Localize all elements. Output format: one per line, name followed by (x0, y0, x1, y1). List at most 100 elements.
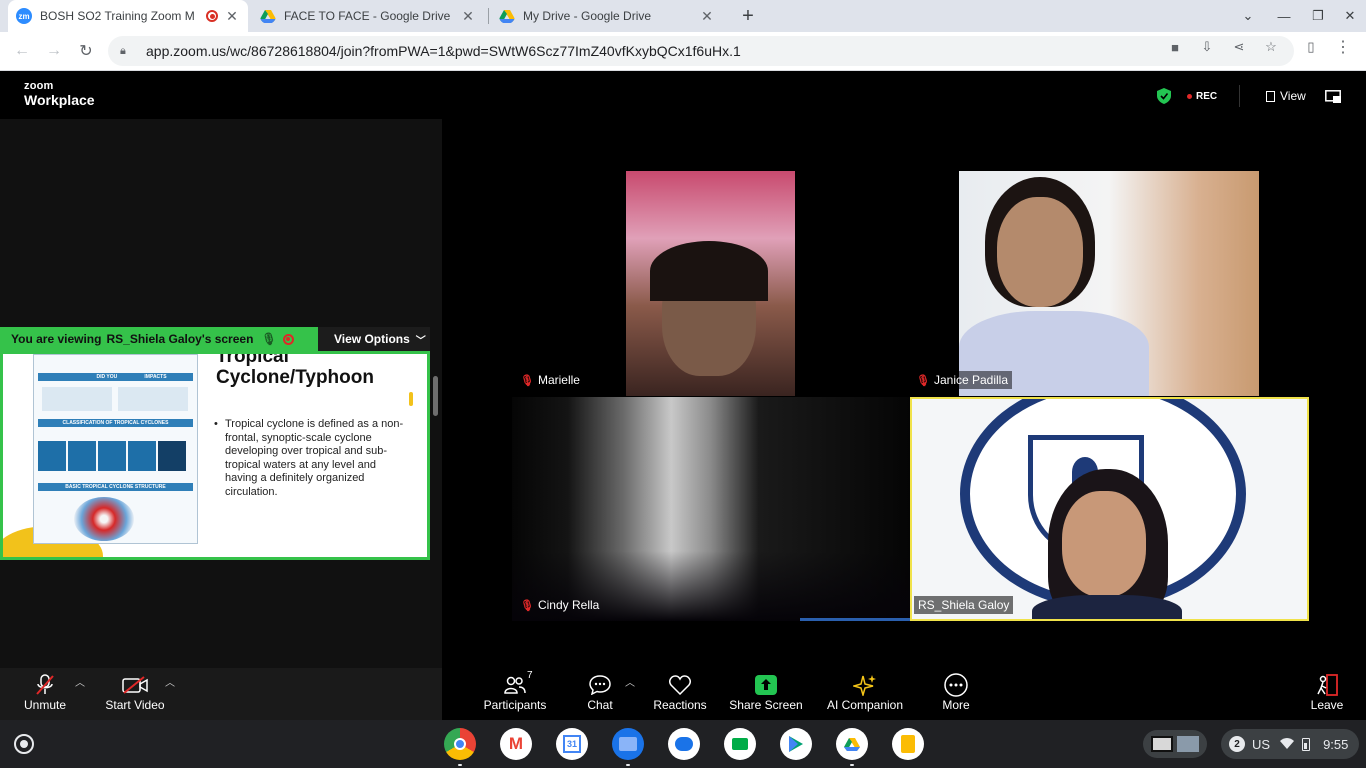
tab-my-drive[interactable]: My Drive - Google Drive ✕ (491, 0, 723, 32)
address-bar[interactable]: 🔒︎ app.zoom.us/wc/86728618804/join?fromP… (108, 36, 1294, 66)
side-panel-icon[interactable]: ▯ (1302, 38, 1320, 56)
battery-icon (1302, 737, 1311, 751)
view-label: View (1280, 89, 1306, 103)
minimize-icon[interactable]: — (1268, 0, 1300, 32)
restore-icon[interactable]: ❐ (1302, 0, 1334, 32)
view-options-button[interactable]: View Options ﹀ (318, 327, 430, 351)
infographic-poster: DID YOU KNOW IMPACTS CLASSIFICATION OF T… (33, 354, 198, 544)
unmute-label: Unmute (23, 698, 67, 712)
recording-icon (206, 10, 218, 22)
os-shelf: M 31 2 US 9:55 (0, 720, 1366, 768)
close-window-icon[interactable]: ✕ (1334, 0, 1366, 32)
keep-icon[interactable] (892, 728, 924, 760)
zoom-icon: zm (16, 8, 32, 24)
browser-toolbar: ← → ↻ 🔒︎ app.zoom.us/wc/86728618804/join… (0, 32, 1366, 71)
bullet-icon: • (214, 418, 218, 430)
close-tab-icon[interactable]: ✕ (460, 8, 476, 25)
calendar-icon[interactable]: 31 (556, 728, 588, 760)
tab-face-to-face[interactable]: FACE TO FACE - Google Drive ✕ (252, 0, 484, 32)
chat-icon[interactable] (668, 728, 700, 760)
close-tab-icon[interactable]: ✕ (699, 8, 715, 25)
more-button[interactable]: More (911, 672, 1001, 716)
bookmark-star-icon[interactable]: ☆ (1262, 38, 1280, 56)
shared-slide: DID YOU KNOW IMPACTS CLASSIFICATION OF T… (0, 351, 430, 560)
chat-label: Chat (587, 698, 613, 712)
url-text: app.zoom.us/wc/86728618804/join?fromPWA=… (146, 43, 741, 59)
reload-icon[interactable]: ↻ (74, 39, 98, 63)
tab-title: FACE TO FACE - Google Drive (284, 9, 451, 23)
share-icon[interactable]: ⋖ (1230, 38, 1248, 56)
more-label: More (942, 698, 970, 712)
launcher-icon[interactable] (14, 734, 34, 754)
tab-zoom[interactable]: zm BOSH SO2 Training Zoom M ✕ (8, 0, 248, 32)
slide-decoration (409, 392, 413, 406)
participant-video (1062, 491, 1146, 597)
chat-options-caret-icon[interactable]: ︿ (625, 674, 635, 689)
slide-bullet: • Tropical cyclone is defined as a non-f… (214, 418, 404, 499)
camera-icon[interactable]: ■ (1166, 38, 1184, 56)
reactions-label: Reactions (653, 698, 707, 712)
meeting-controls: Unmute ︿ Start Video ︿ Participants 7 Ch… (0, 668, 1366, 720)
video-tile-rs-shiela-galoy[interactable] (910, 397, 1309, 621)
audio-options-caret-icon[interactable]: ︿ (75, 674, 85, 689)
participant-name: Cindy Rella (537, 598, 600, 612)
status-tray[interactable]: 2 US 9:55 (1221, 729, 1359, 759)
leave-icon (1296, 672, 1358, 698)
slide-heading-line1: Tropical (216, 351, 289, 367)
brand-line2: Workplace (24, 92, 95, 108)
start-video-label: Start Video (105, 698, 165, 712)
leave-label: Leave (1310, 698, 1344, 712)
holding-space[interactable] (1143, 730, 1207, 758)
zoom-logo: zoom Workplace (24, 81, 95, 108)
drive-icon[interactable] (836, 728, 868, 760)
shared-screen-panel: You are viewing RS_Shiela Galoy's screen… (0, 119, 442, 668)
panel-resize-handle[interactable] (433, 376, 438, 416)
rec-dot-icon (1187, 93, 1192, 99)
reactions-button[interactable]: Reactions (635, 672, 725, 716)
files-icon[interactable] (612, 728, 644, 760)
tab-title: My Drive - Google Drive (523, 9, 652, 23)
install-app-icon[interactable]: ⇩ (1198, 38, 1216, 56)
screenshot-thumbnail (1151, 736, 1173, 752)
play-store-icon[interactable] (780, 728, 812, 760)
participants-label: Participants (483, 698, 547, 712)
video-tile-cindy-rella[interactable] (512, 397, 910, 621)
muted-mic-icon: 🎙︎ (520, 599, 534, 612)
leave-button[interactable]: Leave (1296, 672, 1358, 716)
wifi-icon (1280, 737, 1295, 752)
share-screen-label: Share Screen (729, 698, 803, 712)
forward-icon[interactable]: → (42, 39, 66, 63)
back-icon[interactable]: ← (10, 39, 34, 63)
chrome-icon[interactable] (444, 728, 476, 760)
muted-mic-icon: 🎙︎ (916, 374, 930, 387)
name-label-janice-padilla: 🎙︎ Janice Padilla (912, 371, 1013, 389)
tab-search-icon[interactable]: ⌄ (1232, 0, 1264, 32)
encryption-shield-icon[interactable] (1157, 87, 1171, 105)
ai-companion-button[interactable]: AI Companion (818, 672, 912, 716)
slide-heading-line2: Cyclone/Typhoon (216, 367, 374, 388)
grid-icon (1266, 90, 1275, 102)
name-label-marielle: 🎙︎ Marielle (516, 371, 584, 389)
notification-badge: 2 (1229, 736, 1245, 752)
close-tab-icon[interactable]: ✕ (224, 8, 240, 25)
poster-label: BASIC TROPICAL CYCLONE STRUCTURE (38, 483, 193, 491)
recording-indicator[interactable]: REC (1187, 87, 1217, 105)
participants-button[interactable]: Participants (470, 672, 560, 716)
view-button[interactable]: View (1266, 87, 1306, 105)
screenshot-thumbnail (1177, 736, 1199, 752)
fullscreen-icon[interactable] (1325, 87, 1341, 105)
name-label-cindy-rella: 🎙︎ Cindy Rella (516, 596, 603, 614)
video-tile-janice-padilla[interactable] (959, 171, 1259, 396)
meet-icon[interactable] (724, 728, 756, 760)
muted-mic-icon: 🎙︎ (261, 332, 277, 346)
share-screen-button[interactable]: Share Screen (721, 672, 811, 716)
gmail-icon[interactable]: M (500, 728, 532, 760)
sparkle-icon (818, 672, 912, 698)
video-options-caret-icon[interactable]: ︿ (165, 674, 175, 689)
menu-icon[interactable]: ⋮ (1334, 38, 1352, 56)
ai-companion-label: AI Companion (826, 698, 904, 712)
new-tab-button[interactable]: + (732, 0, 764, 32)
video-tile-marielle[interactable] (626, 171, 795, 396)
share-banner-prefix: You are viewing (11, 332, 102, 346)
participant-name: Janice Padilla (933, 373, 1009, 387)
